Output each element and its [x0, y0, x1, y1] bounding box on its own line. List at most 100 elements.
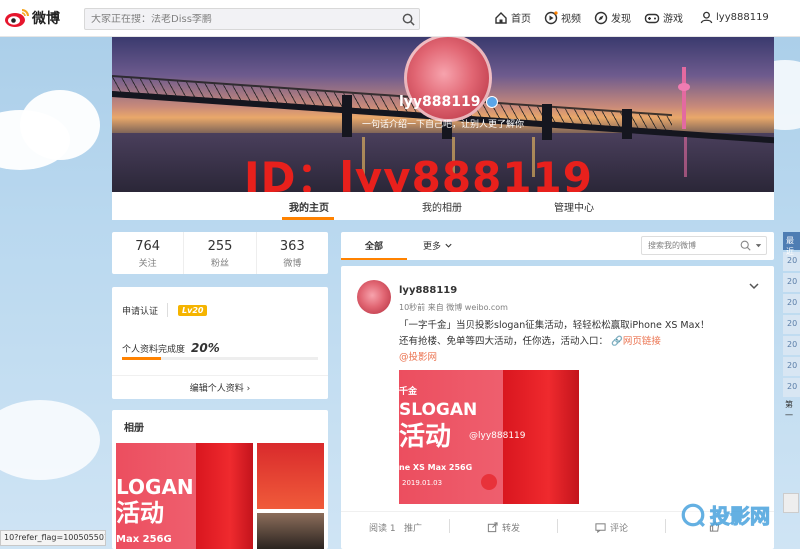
feed-search-input[interactable]: [648, 241, 740, 250]
profile-bio[interactable]: 一句话介绍一下自己吧，让别人更了解你: [362, 117, 524, 130]
rail-item[interactable]: 20: [783, 294, 800, 313]
verified-icon[interactable]: [485, 96, 498, 108]
back-to-top-button[interactable]: [783, 493, 799, 513]
red-curtain: [196, 443, 253, 549]
stat-posts[interactable]: 363 微博: [257, 232, 328, 274]
rail-item[interactable]: 20: [783, 315, 800, 334]
image-date-text: 2019.01.03: [402, 479, 443, 487]
album-photo[interactable]: LOGAN 活动 Max 256G: [116, 443, 253, 549]
id-watermark: ID：lyy888119: [244, 153, 593, 192]
discover-icon: [594, 11, 608, 24]
stat-posts-num: 363: [279, 239, 305, 254]
progress-label: 个人资料完成度: [122, 344, 186, 355]
logo-text: 微博: [32, 11, 60, 27]
rail-foot[interactable]: 第一: [783, 399, 800, 421]
progress-fill: [122, 357, 162, 360]
nav-username: lyy888119: [716, 12, 769, 23]
image-huodong-text: 活动: [399, 422, 452, 452]
active-tab-underline: [282, 217, 334, 220]
site-watermark-text: 投影网: [710, 504, 771, 529]
nav-user[interactable]: lyy888119: [700, 11, 769, 24]
caret-down-icon[interactable]: [754, 241, 763, 250]
video-icon: [544, 10, 558, 24]
tab-more-label: 更多: [423, 242, 442, 252]
post-avatar[interactable]: [357, 280, 391, 314]
tab-all[interactable]: 全部: [341, 232, 407, 260]
profile-name-text: lyy888119: [399, 94, 481, 110]
album-photo[interactable]: [257, 513, 324, 549]
rail-head[interactable]: 最近: [783, 232, 800, 256]
promote-label: 推广: [404, 524, 423, 534]
rail-item[interactable]: 20: [783, 273, 800, 292]
rail-item[interactable]: 20: [783, 336, 800, 355]
weibo-eye-icon: [5, 9, 29, 27]
album-card: 相册 LOGAN 活动 Max 256G: [112, 410, 328, 549]
stat-followers[interactable]: 255 粉丝: [184, 232, 257, 274]
tab-my-album[interactable]: 我的相册: [422, 199, 462, 214]
top-navbar: 微博 首页 视频 发现 游戏 lyy888119: [0, 0, 800, 37]
image-corner-text: 千金: [399, 387, 418, 397]
search-icon[interactable]: [740, 240, 751, 251]
chevron-right-icon: ›: [246, 384, 251, 394]
nav-game[interactable]: 游戏: [644, 10, 683, 25]
feed-search-box[interactable]: [641, 236, 767, 255]
comment-button[interactable]: 评论: [595, 521, 628, 534]
post-text-line2: 还有抢楼、免单等四大活动，任你选，活动入口：: [399, 336, 609, 347]
weibo-logo[interactable]: 微博: [4, 6, 84, 30]
progress-percent: 20%: [191, 341, 220, 355]
mention-link[interactable]: @投影网: [399, 350, 759, 366]
post-text-line-2: 还有抢楼、免单等四大活动，任你选，活动入口： 🔗网页链接: [399, 334, 759, 350]
divider: [557, 519, 558, 533]
level-badge[interactable]: Lv20: [178, 304, 208, 316]
album-title[interactable]: 相册: [124, 419, 144, 434]
site-logo-icon: [681, 503, 705, 527]
bridge-pier: [342, 95, 352, 137]
user-icon: [700, 11, 713, 24]
feed-filter-bar: 全部 更多: [341, 232, 774, 260]
tab-my-home[interactable]: 我的主页: [289, 199, 329, 214]
tab-management[interactable]: 管理中心: [554, 199, 594, 214]
status-bar-url: 10?refer_flag=1005055010_: [0, 530, 106, 546]
tv-tower-top: [678, 83, 690, 91]
bg-cloud: [0, 400, 100, 480]
tv-tower: [682, 67, 686, 129]
image-slogan-text: SLOGAN: [399, 400, 478, 420]
post-text-line: 「一字千金」当贝投影slogan征集活动，轻轻松松赢取iPhone XS Max…: [399, 320, 710, 331]
post-image[interactable]: 千金 SLOGAN 活动 @lyy888119 ne XS Max 256G 2…: [399, 370, 579, 504]
tab-more[interactable]: 更多: [423, 239, 453, 252]
divider: [167, 303, 169, 317]
promote-button[interactable]: 推广: [404, 521, 422, 534]
stat-following[interactable]: 764 关注: [112, 232, 185, 274]
global-search-box[interactable]: [84, 8, 420, 30]
edit-profile-label: 编辑个人资料: [189, 384, 244, 394]
link-icon: 🔗: [611, 336, 623, 347]
stat-following-num: 764: [135, 239, 161, 254]
stats-card: 764 关注 255 粉丝 363 微博: [112, 232, 328, 274]
web-link[interactable]: 🔗网页链接: [611, 336, 661, 347]
repost-button[interactable]: 转发: [487, 521, 520, 534]
nav-discover[interactable]: 发现: [594, 10, 631, 25]
rail-item[interactable]: 20: [783, 378, 800, 397]
album-slogan-text: LOGAN: [116, 475, 194, 499]
comment-label: 评论: [610, 524, 629, 534]
bg-cloud: [20, 90, 100, 160]
profile-name: lyy888119: [399, 94, 498, 110]
light-reflection: [684, 137, 687, 177]
home-icon: [495, 11, 507, 24]
rail-item[interactable]: 20: [783, 357, 800, 376]
post-menu-chevron-icon[interactable]: [748, 280, 760, 292]
nav-video[interactable]: 视频: [544, 10, 581, 25]
search-icon[interactable]: [397, 9, 419, 29]
nav-discover-label: 发现: [611, 14, 631, 25]
progress-label-row: 个人资料完成度 20%: [122, 341, 220, 355]
search-input[interactable]: [91, 13, 397, 25]
profile-cover: lyy888119 一句话介绍一下自己吧，让别人更了解你 ID：lyy88811…: [112, 37, 774, 192]
post-author[interactable]: lyy888119: [399, 285, 457, 296]
album-photo[interactable]: [257, 443, 324, 509]
bridge-pier: [542, 104, 552, 140]
nav-home[interactable]: 首页: [494, 10, 531, 25]
image-watermark-text: @lyy888119: [469, 431, 526, 441]
edit-profile-link[interactable]: 编辑个人资料 ›: [112, 375, 328, 394]
stat-following-label: 关注: [138, 259, 157, 269]
apply-cert-link[interactable]: 申请认证: [122, 304, 158, 317]
